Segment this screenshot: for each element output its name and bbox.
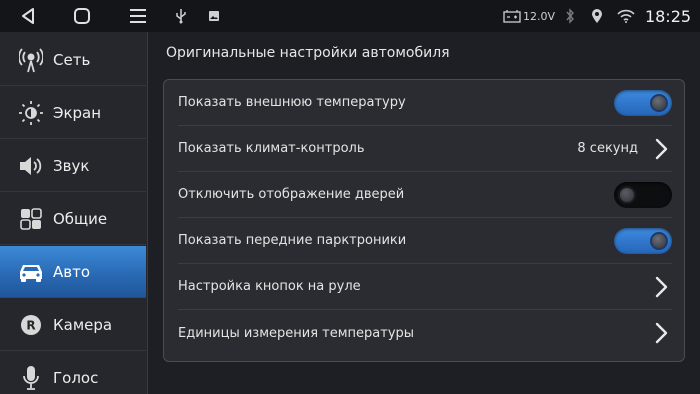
setting-row-front-parking-sensors[interactable]: Показать передние парктроники: [178, 218, 672, 264]
brightness-icon: [16, 98, 46, 128]
location-icon: [588, 0, 606, 32]
page-title: Оригинальные настройки автомобиля: [166, 45, 450, 61]
settings-panel: Показать внешнюю температуру Показать кл…: [163, 79, 685, 362]
sidebar-item-label: Камера: [53, 315, 113, 334]
image-notification-icon: [205, 0, 223, 32]
voltage-readout: 12.0V: [522, 9, 556, 23]
toggle-knob: [618, 185, 636, 204]
setting-value: 8 секунд: [577, 141, 638, 156]
settings-sidebar: Сеть Экран Звук Общие Авто R Камера Голо…: [0, 32, 148, 394]
setting-row-steering-buttons[interactable]: Настройка кнопок на руле: [178, 264, 672, 310]
setting-row-outside-temperature[interactable]: Показать внешнюю температуру: [178, 80, 672, 126]
setting-label: Отключить отображение дверей: [178, 187, 405, 202]
wifi-icon: [615, 0, 637, 32]
home-icon[interactable]: [68, 0, 96, 32]
setting-label: Показать внешнюю температуру: [178, 95, 406, 110]
outside-temperature-toggle[interactable]: [614, 89, 672, 116]
camera-icon: R: [16, 310, 46, 340]
sidebar-item-label: Экран: [53, 103, 102, 122]
menu-icon[interactable]: [124, 0, 152, 32]
sidebar-item-screen[interactable]: Экран: [0, 87, 146, 139]
sidebar-item-label: Авто: [53, 262, 91, 281]
car-icon: [16, 257, 46, 287]
doors-display-toggle[interactable]: [614, 181, 672, 208]
toggle-knob: [650, 231, 668, 250]
sidebar-item-label: Голос: [53, 369, 99, 387]
battery-icon: [502, 0, 522, 32]
setting-label: Показать климат-контроль: [178, 141, 365, 156]
setting-label: Показать передние парктроники: [178, 233, 407, 248]
sidebar-item-camera[interactable]: R Камера: [0, 299, 146, 351]
sidebar-item-auto[interactable]: Авто: [0, 246, 146, 298]
sidebar-item-label: Звук: [53, 156, 90, 175]
back-icon[interactable]: [14, 0, 42, 32]
chevron-right-icon: [655, 138, 668, 159]
chevron-right-icon: [655, 276, 668, 297]
sidebar-item-general[interactable]: Общие: [0, 193, 146, 245]
usb-icon: [172, 0, 190, 32]
antenna-icon: [16, 45, 46, 75]
sidebar-item-voice[interactable]: Голос: [0, 352, 146, 394]
grid-icon: [16, 204, 46, 234]
speaker-icon: [16, 151, 46, 181]
sidebar-item-sound[interactable]: Звук: [0, 140, 146, 192]
sidebar-item-label: Сеть: [53, 50, 91, 69]
setting-row-doors-display[interactable]: Отключить отображение дверей: [178, 172, 672, 218]
sidebar-item-label: Общие: [53, 209, 108, 228]
setting-label: Единицы измерения температуры: [178, 325, 415, 341]
microphone-icon: [16, 363, 46, 393]
status-bar: 12.0V 18:25: [0, 0, 700, 32]
front-parking-sensors-toggle[interactable]: [614, 227, 672, 254]
chevron-right-icon: [655, 322, 668, 344]
setting-label: Настройка кнопок на руле: [178, 279, 361, 294]
bluetooth-icon: [562, 0, 578, 32]
svg-text:R: R: [26, 318, 35, 332]
setting-row-climate-control[interactable]: Показать климат-контроль 8 секунд: [178, 126, 672, 172]
toggle-knob: [650, 93, 668, 112]
clock: 18:25: [644, 6, 692, 26]
sidebar-item-network[interactable]: Сеть: [0, 34, 146, 86]
setting-row-temperature-units[interactable]: Единицы измерения температуры: [178, 310, 672, 356]
